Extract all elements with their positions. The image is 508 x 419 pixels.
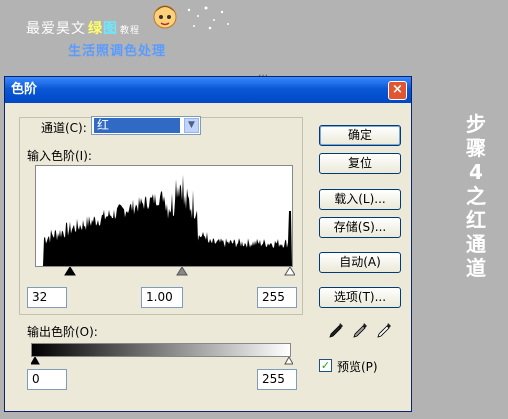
levels-dialog: 色阶 × 通道(C): 红 ▼ 输入色阶(I): 32 1.00 255 输出色… xyxy=(4,76,412,412)
input-gamma-field[interactable]: 1.00 xyxy=(141,287,183,308)
histogram-graph xyxy=(36,174,292,266)
input-levels-label: 输入色阶(I): xyxy=(27,149,92,163)
output-black-handle[interactable] xyxy=(30,355,40,365)
channel-select[interactable]: 红 ▼ xyxy=(91,116,201,135)
dialog-title: 色阶 xyxy=(11,82,38,97)
sparkle-decoration-icon xyxy=(184,4,234,34)
gray-eyedropper-icon[interactable] xyxy=(351,321,369,339)
preview-checkbox[interactable]: ✓ xyxy=(319,359,332,372)
output-slider[interactable] xyxy=(30,355,294,366)
output-gradient-bar xyxy=(31,343,291,357)
site-branding: 最爱昊文 绿图 教程 生活照调色处理 xyxy=(26,18,166,59)
input-slider[interactable] xyxy=(35,266,296,279)
close-icon[interactable]: × xyxy=(388,81,407,100)
reset-button[interactable]: 复位 xyxy=(319,153,401,174)
dialog-titlebar[interactable]: 色阶 × xyxy=(5,77,411,103)
output-white-handle[interactable] xyxy=(284,355,294,365)
channel-label: 通道(C): xyxy=(41,121,87,135)
mascot-icon xyxy=(150,2,180,32)
white-eyedropper-icon[interactable] xyxy=(375,321,393,339)
channel-selected-value: 红 xyxy=(94,118,180,133)
black-eyedropper-icon[interactable] xyxy=(327,321,345,339)
input-black-field[interactable]: 32 xyxy=(27,287,67,308)
output-levels-label: 输出色阶(O): xyxy=(27,325,98,339)
output-black-field[interactable]: 0 xyxy=(27,369,67,390)
branding-subtitle: 生活照调色处理 xyxy=(68,44,167,59)
branding-title: 最爱昊文 绿图 教程 xyxy=(26,21,141,37)
preview-label[interactable]: 预览(P) xyxy=(337,358,378,375)
load-button[interactable]: 载入(L)... xyxy=(319,189,401,210)
gamma-handle[interactable] xyxy=(176,266,188,276)
ok-button[interactable]: 确定 xyxy=(319,125,401,146)
output-white-field[interactable]: 255 xyxy=(257,369,297,390)
input-white-field[interactable]: 255 xyxy=(257,287,297,308)
step-caption: 步 骤 4 之 红 通 道 xyxy=(466,112,486,280)
options-button[interactable]: 选项(T)... xyxy=(319,287,401,308)
white-point-handle[interactable] xyxy=(284,266,296,276)
auto-button[interactable]: 自动(A) xyxy=(319,252,401,273)
black-point-handle[interactable] xyxy=(64,266,76,276)
chevron-down-icon[interactable]: ▼ xyxy=(184,118,199,133)
histogram xyxy=(35,165,293,267)
save-button[interactable]: 存储(S)... xyxy=(319,217,401,238)
